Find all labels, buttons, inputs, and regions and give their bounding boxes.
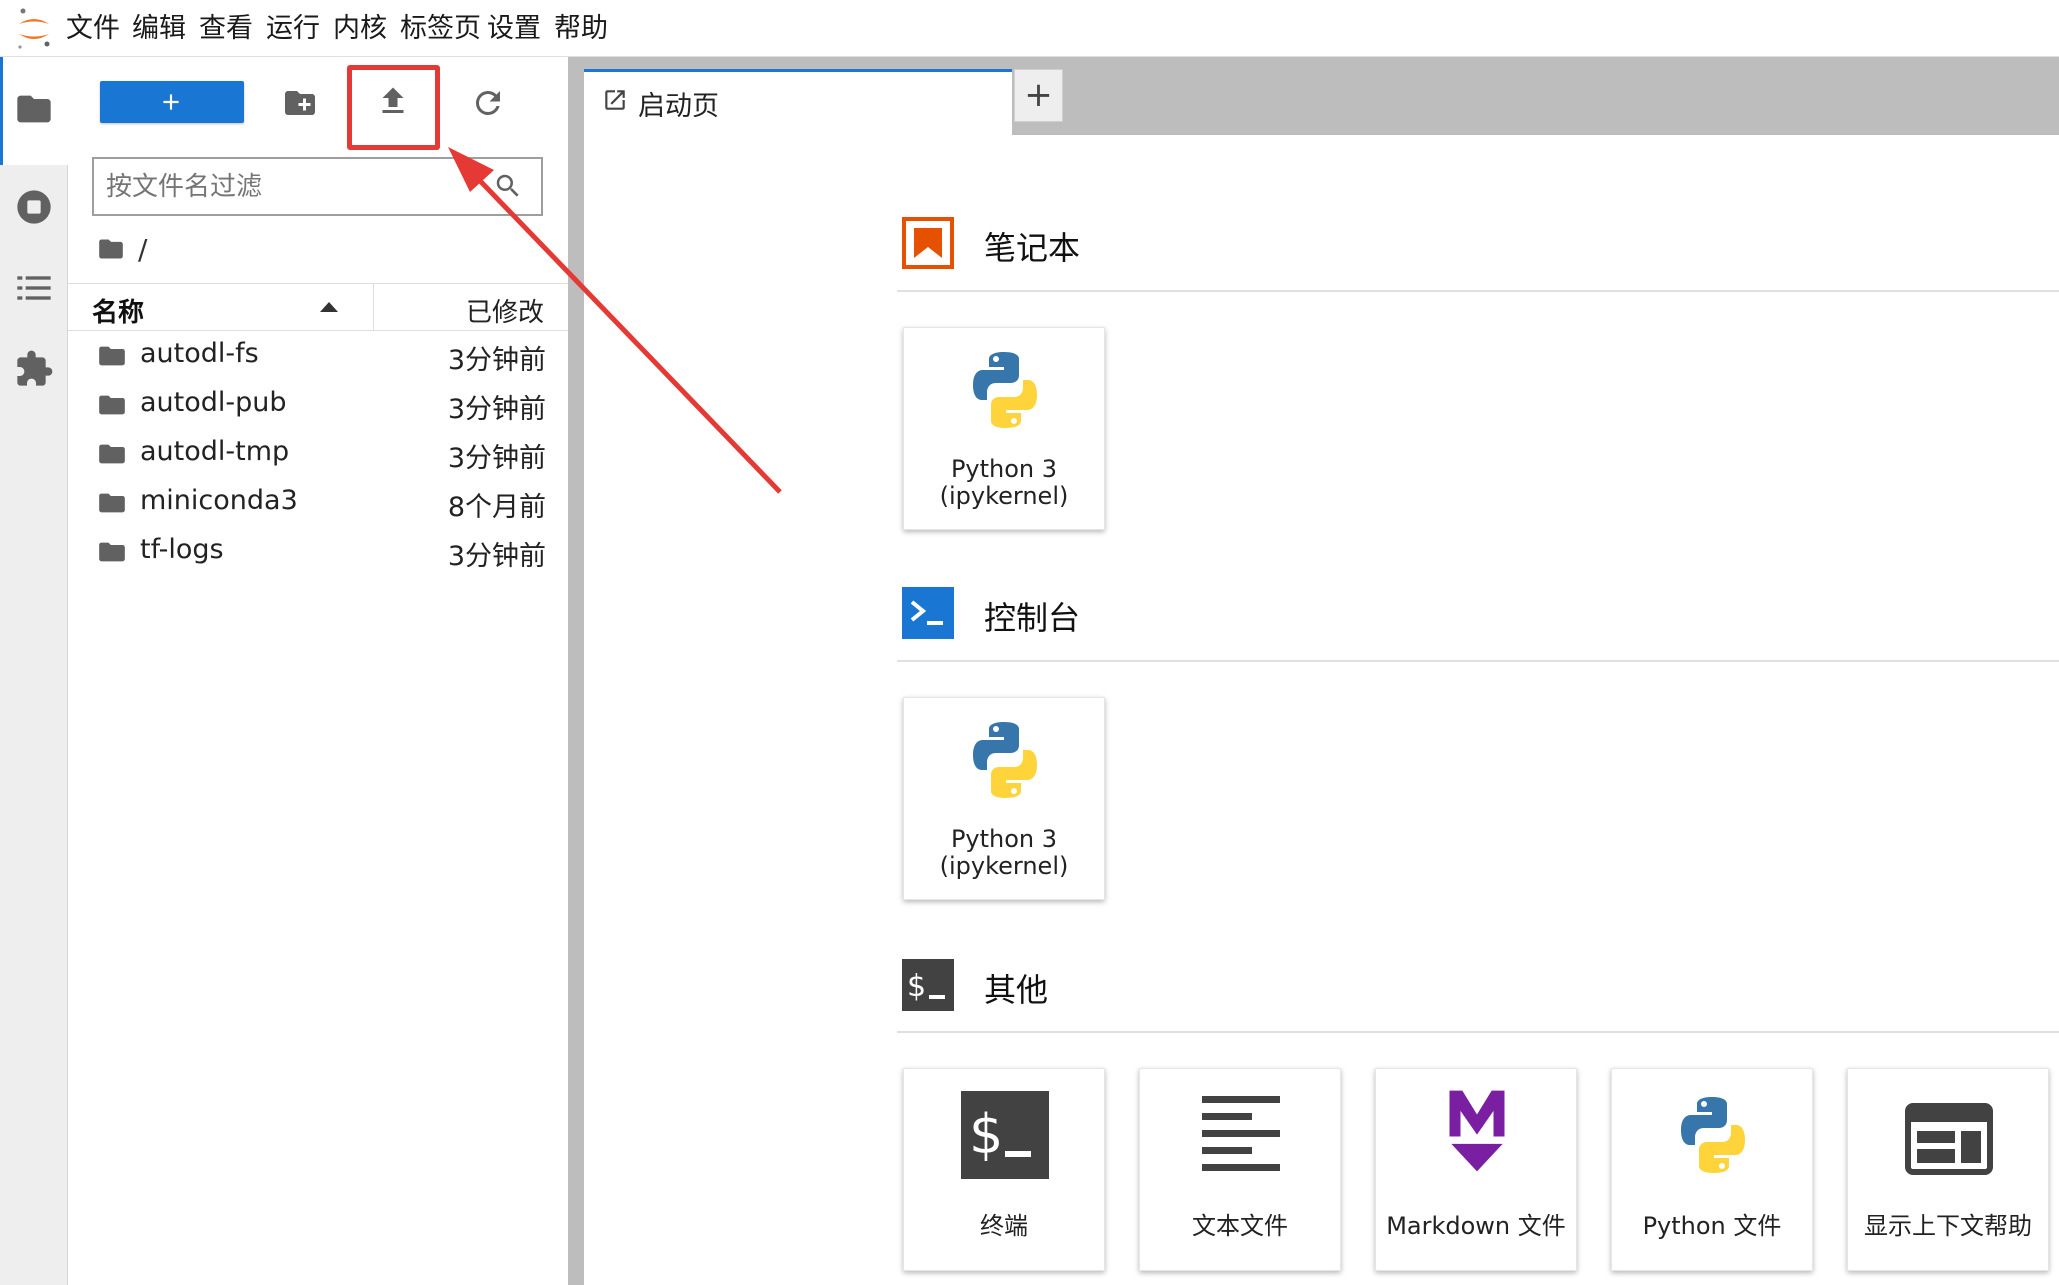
terminal-card[interactable]: $ 终端 — [903, 1068, 1105, 1271]
menu-settings[interactable]: 设置 — [487, 10, 541, 48]
python-file-card[interactable]: Python 文件 — [1611, 1068, 1813, 1271]
activity-bar — [0, 57, 68, 1285]
file-browser-panel: / 名称 已修改 autodl-fs 3分钟前 autodl-pub 3分钟前 … — [68, 57, 568, 1285]
notebook-python3-card[interactable]: Python 3 (ipykernel) — [903, 327, 1105, 530]
svg-text:$: $ — [969, 1103, 1003, 1166]
menu-bar: 文件 编辑 查看 运行 内核 标签页 设置 帮助 — [0, 0, 2059, 57]
column-header-name[interactable]: 名称 — [92, 292, 144, 329]
python-logo-icon — [973, 352, 1037, 428]
list-icon[interactable] — [14, 268, 54, 308]
column-header-modified[interactable]: 已修改 — [466, 292, 544, 329]
text-file-card[interactable]: 文本文件 — [1139, 1068, 1341, 1271]
stop-circle-icon[interactable] — [14, 187, 54, 227]
puzzle-icon[interactable] — [14, 349, 54, 389]
filter-box — [92, 157, 543, 216]
menu-file[interactable]: 文件 — [66, 10, 120, 48]
card-label: 文本文件 — [1192, 1212, 1288, 1240]
refresh-icon[interactable] — [470, 85, 506, 121]
contextual-help-card[interactable]: 显示上下文帮助 — [1847, 1068, 2049, 1271]
sort-ascending-icon — [320, 302, 338, 312]
file-row[interactable]: autodl-pub 3分钟前 — [68, 381, 568, 430]
python-logo-icon — [1681, 1097, 1745, 1173]
tab-launcher[interactable]: 启动页 — [584, 69, 1012, 135]
activity-tab-file-browser[interactable] — [0, 57, 68, 165]
console-section-icon — [902, 587, 954, 639]
contextual-help-icon — [1905, 1103, 1993, 1175]
menu-run[interactable]: 运行 — [266, 10, 320, 48]
terminal-icon: $ — [961, 1091, 1049, 1179]
file-name: autodl-pub — [140, 387, 287, 418]
card-label: 终端 — [980, 1212, 1028, 1240]
jupyter-logo-icon — [18, 8, 50, 49]
menu-tabs[interactable]: 标签页 — [400, 10, 481, 48]
menu-view[interactable]: 查看 — [199, 10, 253, 48]
card-label: 显示上下文帮助 — [1864, 1212, 2032, 1240]
section-divider — [897, 1031, 2059, 1033]
section-divider — [897, 290, 2059, 292]
file-name: tf-logs — [140, 534, 224, 565]
card-label-line1: Python 3 — [950, 825, 1058, 853]
launcher-panel: 笔记本 Python 3 (ipykernel) 控制台 Python 3 (i… — [584, 135, 2059, 1285]
column-divider[interactable] — [373, 284, 374, 330]
console-python3-card[interactable]: Python 3 (ipykernel) — [903, 697, 1105, 900]
text-file-icon — [1202, 1096, 1280, 1171]
file-modified: 3分钟前 — [447, 394, 546, 425]
file-row[interactable]: autodl-tmp 3分钟前 — [68, 430, 568, 479]
new-folder-icon[interactable] — [282, 85, 318, 121]
panel-splitter[interactable] — [568, 57, 584, 1285]
file-list-header: 名称 已修改 — [68, 283, 568, 331]
section-title-notebook: 笔记本 — [984, 229, 1081, 267]
folder-icon — [17, 95, 51, 123]
folder-icon — [99, 542, 125, 562]
notebook-section-icon — [902, 217, 954, 269]
breadcrumb: / — [96, 229, 147, 269]
folder-icon — [99, 444, 125, 464]
search-icon — [496, 174, 519, 197]
folder-icon[interactable] — [96, 236, 126, 262]
folder-icon — [99, 346, 125, 366]
menu-help[interactable]: 帮助 — [554, 10, 608, 48]
other-section-icon: $ — [902, 959, 954, 1011]
card-label-line2: (ipykernel) — [939, 482, 1069, 510]
file-name: miniconda3 — [140, 485, 298, 516]
file-row[interactable]: tf-logs 3分钟前 — [68, 528, 568, 577]
breadcrumb-root[interactable]: / — [138, 233, 147, 266]
section-divider — [897, 660, 2059, 662]
tab-launcher-label: 启动页 — [638, 91, 719, 122]
file-name: autodl-fs — [140, 338, 259, 369]
markdown-icon — [1449, 1090, 1505, 1172]
file-modified: 3分钟前 — [447, 443, 546, 474]
file-modified: 8个月前 — [447, 492, 546, 523]
file-name: autodl-tmp — [140, 436, 290, 467]
folder-icon — [99, 493, 125, 513]
card-label-line1: Python 3 — [950, 455, 1058, 483]
upload-highlight-box — [347, 65, 440, 150]
plus-icon — [163, 94, 179, 110]
tab-bar: 启动页 + — [584, 57, 2059, 135]
filter-input[interactable] — [106, 167, 476, 207]
section-title-console: 控制台 — [984, 599, 1081, 637]
folder-icon — [99, 395, 125, 415]
markdown-file-card[interactable]: Markdown 文件 — [1375, 1068, 1577, 1271]
card-label-line2: (ipykernel) — [939, 852, 1069, 880]
menu-edit[interactable]: 编辑 — [132, 10, 186, 48]
python-logo-icon — [973, 722, 1037, 798]
card-label: Markdown 文件 — [1386, 1212, 1566, 1240]
new-tab-button[interactable]: + — [1014, 69, 1063, 122]
file-modified: 3分钟前 — [447, 541, 546, 572]
file-modified: 3分钟前 — [447, 345, 546, 376]
menu-kernel[interactable]: 内核 — [333, 10, 387, 48]
file-row[interactable]: autodl-fs 3分钟前 — [68, 332, 568, 381]
file-row[interactable]: miniconda3 8个月前 — [68, 479, 568, 528]
card-label: Python 文件 — [1642, 1212, 1782, 1240]
svg-text:$: $ — [907, 969, 926, 1004]
section-title-other: 其他 — [984, 971, 1049, 1009]
launch-icon — [605, 90, 625, 110]
new-launcher-button[interactable] — [100, 81, 244, 123]
